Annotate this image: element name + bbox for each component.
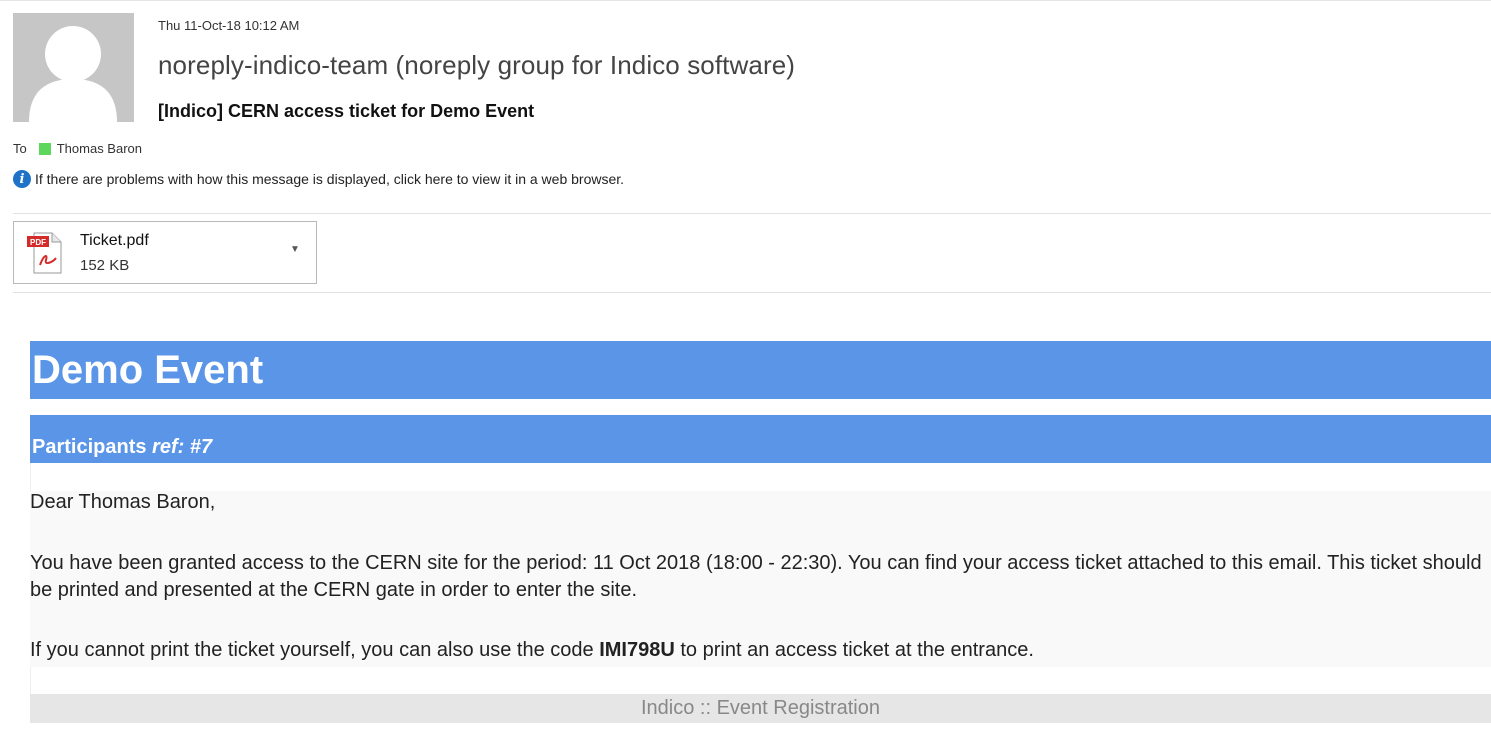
section-title: Participants <box>32 436 147 458</box>
info-bar[interactable]: i If there are problems with how this me… <box>13 170 624 188</box>
info-icon: i <box>13 170 31 188</box>
code-paragraph-start: If you cannot print the ticket yourself,… <box>30 639 600 661</box>
person-silhouette-icon <box>13 13 134 122</box>
event-banner: Demo Event <box>30 341 1491 399</box>
top-border <box>0 0 1491 5</box>
recipient-name[interactable]: Thomas Baron <box>57 141 142 156</box>
section-banner: Participants ref: #7 <box>30 415 1491 463</box>
to-label: To <box>13 141 27 156</box>
section-heading: Participants ref: #7 <box>32 436 212 459</box>
attachment-ticket-pdf[interactable]: PDF Ticket.pdf 152 KB ▼ <box>13 221 317 284</box>
attachment-size: 152 KB <box>80 257 130 274</box>
attachment-name: Ticket.pdf <box>80 232 149 249</box>
svg-text:PDF: PDF <box>30 238 46 247</box>
access-paragraph: You have been granted access to the CERN… <box>30 552 1482 601</box>
recipients-row: To Thomas Baron <box>13 141 142 156</box>
sender-avatar[interactable] <box>13 13 134 122</box>
info-text[interactable]: If there are problems with how this mess… <box>35 171 624 187</box>
presence-status-icon <box>38 142 51 155</box>
message-body: Dear Thomas Baron, You have been granted… <box>30 491 1491 667</box>
email-footer: Indico :: Event Registration <box>30 694 1491 723</box>
greeting: Dear Thomas Baron, <box>30 491 216 513</box>
reference-number: ref: #7 <box>152 436 213 458</box>
code-paragraph-end: to print an access ticket at the entranc… <box>674 639 1034 661</box>
event-title: Demo Event <box>32 348 264 392</box>
message-date: Thu 11-Oct-18 10:12 AM <box>158 18 300 33</box>
chevron-down-icon[interactable]: ▼ <box>290 244 300 255</box>
header-divider <box>13 213 1491 214</box>
sender-name[interactable]: noreply-indico-team (noreply group for I… <box>158 50 795 81</box>
message-subject: [Indico] CERN access ticket for Demo Eve… <box>158 101 535 121</box>
pdf-file-icon: PDF <box>27 232 62 274</box>
access-code: IMI798U <box>599 639 675 661</box>
code-paragraph: If you cannot print the ticket yourself,… <box>30 637 1485 664</box>
attachment-divider <box>13 292 1491 293</box>
